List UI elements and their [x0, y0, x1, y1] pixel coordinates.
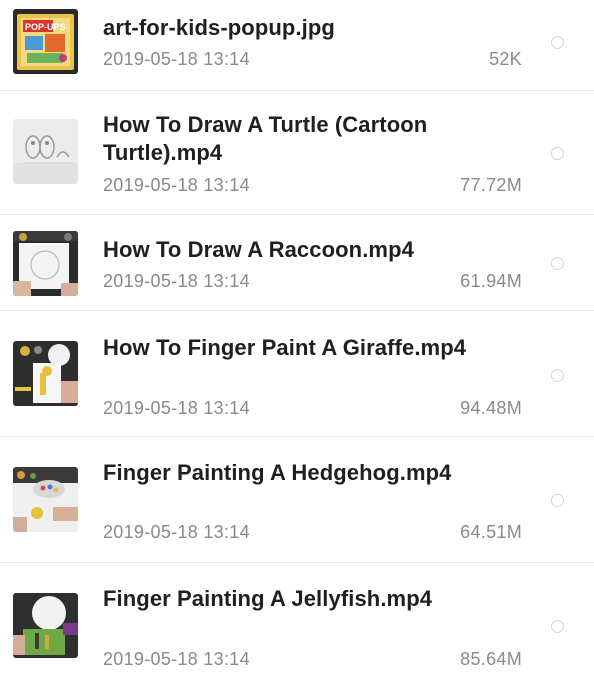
select-radio[interactable]: [551, 369, 564, 382]
file-size: 85.64M: [460, 649, 522, 669]
select-radio[interactable]: [551, 494, 564, 507]
svg-text:POP-UPS: POP-UPS: [25, 22, 66, 32]
file-date: 2019-05-18 13:14: [103, 271, 250, 291]
file-date: 2019-05-18 13:14: [103, 175, 250, 195]
select-radio[interactable]: [551, 147, 564, 160]
giraffe-painting-thumbnail: [13, 341, 78, 406]
file-name: How To Draw A Turtle (Cartoon Turtle).mp…: [103, 112, 428, 165]
select-radio[interactable]: [551, 620, 564, 633]
file-row[interactable]: POP-UPS art-for-kids-popup.jpg 2019-05-1…: [0, 0, 594, 91]
select-radio[interactable]: [551, 257, 564, 270]
popup-book-thumbnail: POP-UPS: [13, 9, 78, 74]
file-size: 77.72M: [460, 175, 522, 195]
file-row[interactable]: Finger Painting A Jellyfish.mp4 2019-05-…: [0, 563, 594, 690]
file-row[interactable]: How To Finger Paint A Giraffe.mp4 2019-0…: [0, 311, 594, 437]
jellyfish-painting-thumbnail: [13, 593, 78, 658]
select-radio[interactable]: [551, 36, 564, 49]
turtle-sketch-thumbnail: [13, 119, 78, 184]
file-row[interactable]: Finger Painting A Hedgehog.mp4 2019-05-1…: [0, 437, 594, 563]
hedgehog-painting-thumbnail: [13, 467, 78, 532]
file-list: POP-UPS art-for-kids-popup.jpg 2019-05-1…: [0, 0, 594, 690]
file-date: 2019-05-18 13:14: [103, 398, 250, 418]
file-name: How To Finger Paint A Giraffe.mp4: [103, 335, 467, 360]
file-date: 2019-05-18 13:14: [103, 49, 250, 69]
file-row[interactable]: How To Draw A Raccoon.mp4 2019-05-18 13:…: [0, 215, 594, 311]
file-date: 2019-05-18 13:14: [103, 649, 250, 669]
file-name: Finger Painting A Hedgehog.mp4: [103, 460, 452, 485]
file-size: 52K: [489, 49, 522, 69]
file-date: 2019-05-18 13:14: [103, 522, 250, 542]
raccoon-drawing-thumbnail: [13, 231, 78, 296]
file-name: How To Draw A Raccoon.mp4: [103, 237, 414, 262]
file-name: Finger Painting A Jellyfish.mp4: [103, 586, 433, 611]
file-size: 94.48M: [460, 398, 522, 418]
file-size: 64.51M: [460, 522, 522, 542]
file-size: 61.94M: [460, 271, 522, 291]
file-name: art-for-kids-popup.jpg: [103, 15, 335, 40]
file-row[interactable]: How To Draw A Turtle (Cartoon Turtle).mp…: [0, 91, 594, 215]
